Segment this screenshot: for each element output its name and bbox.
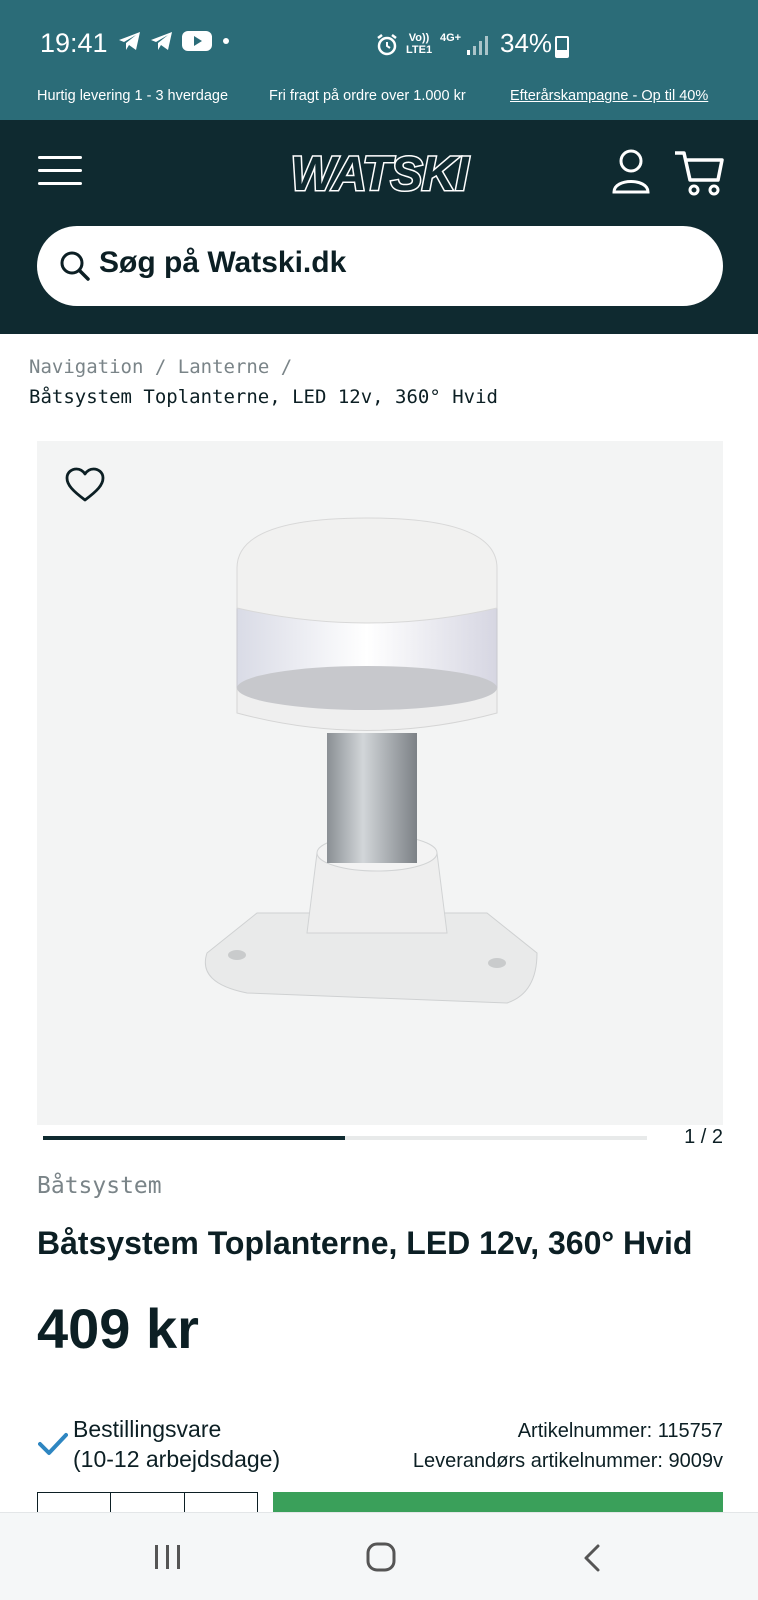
product-image bbox=[205, 517, 538, 1004]
back-icon[interactable] bbox=[580, 1543, 604, 1573]
article-number: Artikelnummer: 115757 bbox=[517, 1420, 723, 1442]
product-title: Båtsystem Toplanterne, LED 12v, 360° Hvi… bbox=[37, 1225, 693, 1261]
promo-campaign-link[interactable]: Efterårskampagne - Op til 40% bbox=[510, 88, 708, 104]
stock-delivery-time: (10-12 arbejdsdage) bbox=[73, 1446, 281, 1472]
signal-icon bbox=[467, 36, 488, 55]
supplier-article-number: Leverandørs artikelnummer: 9009v bbox=[412, 1450, 723, 1472]
watski-logo[interactable]: WATSKI bbox=[276, 144, 482, 203]
breadcrumb-separator: / bbox=[280, 356, 293, 378]
promo-delivery: Hurtig levering 1 - 3 hverdage bbox=[37, 88, 229, 104]
status-time: 19:41 bbox=[40, 28, 108, 58]
recent-apps-icon[interactable] bbox=[153, 1543, 183, 1571]
heart-icon[interactable] bbox=[65, 467, 105, 503]
network-type: 4G+ bbox=[440, 32, 462, 44]
youtube-icon bbox=[182, 31, 212, 51]
breadcrumb-link-lanterne[interactable]: Lanterne bbox=[178, 356, 270, 378]
account-icon[interactable] bbox=[612, 148, 650, 194]
breadcrumb: Navigation / Lanterne / Båtsystem Toplan… bbox=[29, 352, 498, 412]
promo-bar: Hurtig levering 1 - 3 hverdage Fri fragt… bbox=[0, 80, 758, 120]
gallery-progress-fill bbox=[43, 1136, 345, 1140]
cart-icon[interactable] bbox=[674, 150, 724, 196]
notification-icons bbox=[118, 30, 232, 52]
article-info: Artikelnummer: 115757 Leverandørs artike… bbox=[413, 1416, 723, 1476]
dot-icon bbox=[223, 38, 229, 44]
status-bar: 19:41 Vo)) LTE1 4G+ 34% bbox=[0, 0, 758, 80]
battery-icon bbox=[555, 36, 569, 58]
product-price: 409 kr bbox=[37, 1297, 199, 1360]
site-header: WATSKI Søg på Watski.dk bbox=[0, 120, 758, 334]
breadcrumb-separator: / bbox=[154, 356, 167, 378]
breadcrumb-link-navigation[interactable]: Navigation bbox=[29, 356, 143, 378]
promo-free-shipping: Fri fragt på ordre over 1.000 kr bbox=[269, 88, 466, 104]
product-brand[interactable]: Båtsystem bbox=[37, 1173, 162, 1199]
gallery-counter: 1 / 2 bbox=[684, 1126, 723, 1148]
telegram-icon bbox=[151, 32, 172, 50]
home-icon[interactable] bbox=[365, 1541, 397, 1573]
check-icon bbox=[38, 1433, 68, 1455]
lte-label: LTE1 bbox=[406, 44, 433, 56]
stock-status: Bestillingsvare (10-12 arbejdsdage) bbox=[73, 1414, 280, 1474]
product-gallery[interactable] bbox=[37, 441, 723, 1125]
search-bar[interactable]: Søg på Watski.dk bbox=[37, 226, 723, 306]
volte-label: Vo)) bbox=[408, 32, 430, 44]
system-navigation-bar bbox=[0, 1512, 758, 1600]
gallery-progress bbox=[43, 1136, 647, 1140]
volte-indicator: Vo)) LTE1 bbox=[406, 32, 432, 56]
battery-text: 34% bbox=[500, 28, 553, 58]
telegram-icon bbox=[119, 32, 140, 50]
stock-label: Bestillingsvare bbox=[73, 1416, 222, 1442]
menu-icon[interactable] bbox=[38, 156, 82, 188]
breadcrumb-current: Båtsystem Toplanterne, LED 12v, 360° Hvi… bbox=[29, 386, 498, 408]
svg-text:WATSKI: WATSKI bbox=[290, 148, 470, 201]
search-icon bbox=[60, 251, 90, 281]
search-input[interactable]: Søg på Watski.dk bbox=[99, 246, 346, 280]
alarm-icon bbox=[377, 34, 397, 56]
